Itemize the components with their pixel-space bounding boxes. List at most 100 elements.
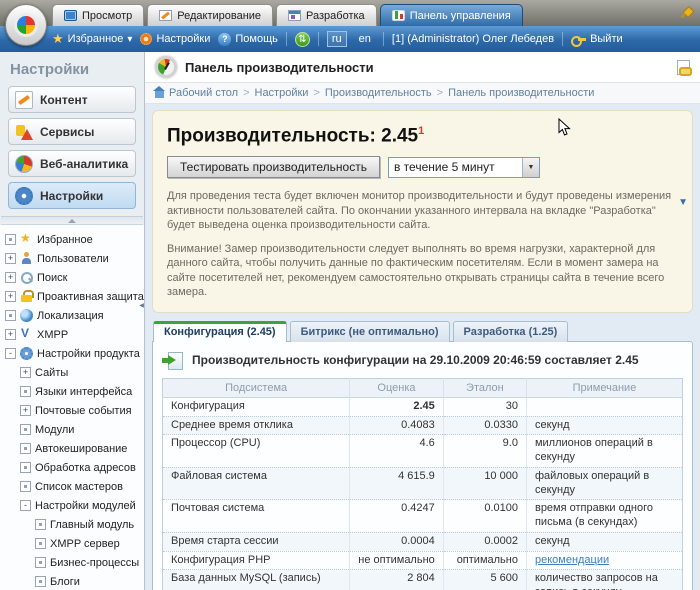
tree-item[interactable]: Сайты — [0, 363, 144, 382]
settings-menu[interactable]: Настройки — [140, 33, 210, 45]
tree-item-label: Поиск — [37, 272, 67, 284]
table-row: Конфигурация 2.45 30 — [163, 397, 683, 416]
cell-subsystem: Среднее время отклика — [163, 416, 350, 435]
clear-cache-icon[interactable] — [295, 32, 310, 47]
tree-expander-icon[interactable] — [35, 576, 46, 587]
tree-item-label: Пользователи — [37, 253, 109, 265]
tree-item-label: Проактивная защита — [37, 291, 144, 303]
sidebar-button[interactable]: Контент — [8, 86, 136, 113]
tree-expander-icon[interactable] — [5, 253, 16, 264]
tree-expander-icon[interactable] — [5, 234, 16, 245]
tree-expander-icon[interactable] — [35, 557, 46, 568]
sidebar-collapse-handle[interactable]: ◀ — [138, 292, 145, 318]
table-header-cell: Примечание — [526, 378, 682, 397]
top-tab[interactable]: Просмотр — [52, 4, 144, 26]
cell-benchmark: 0.0330 — [443, 416, 526, 435]
page-settings-icon[interactable] — [677, 60, 690, 75]
result-tab-label: Разработка (1.25) — [464, 326, 558, 338]
tree-expander-icon[interactable] — [20, 405, 31, 416]
pin-icon[interactable] — [676, 3, 696, 23]
interval-select[interactable]: в течение 5 минут ▼ — [388, 157, 540, 178]
tree-item[interactable]: Обработка адресов — [0, 458, 144, 477]
tree-expander-icon[interactable] — [35, 538, 46, 549]
interval-select-value: в течение 5 минут — [389, 160, 522, 174]
performance-heading-label: Производительность: — [167, 125, 376, 146]
language-ru[interactable]: ru — [327, 31, 347, 47]
home-icon[interactable] — [155, 91, 164, 98]
sidebar-splitter[interactable] — [1, 216, 143, 225]
tree-item[interactable]: XMPP сервер — [0, 534, 144, 553]
top-tab[interactable]: Разработка — [276, 4, 377, 26]
tree-expander-icon[interactable] — [35, 519, 46, 530]
tree-item[interactable]: Главный модуль — [0, 515, 144, 534]
result-tab[interactable]: Разработка (1.25) — [453, 321, 569, 342]
tree-item[interactable]: Блоги — [0, 572, 144, 590]
current-user[interactable]: [1] (Administrator) Олег Лебедев — [392, 33, 554, 45]
tree-expander-icon[interactable] — [5, 348, 16, 359]
cell-score: не оптимально — [350, 551, 444, 570]
language-en[interactable]: en — [355, 32, 375, 46]
tree-item-label: Блоги — [50, 576, 80, 588]
key-icon — [571, 35, 586, 44]
result-tab[interactable]: Конфигурация (2.45) — [153, 321, 287, 342]
tree-item[interactable]: Локализация — [0, 306, 144, 325]
breadcrumb-item[interactable]: Рабочий стол > — [169, 87, 250, 99]
help-menu[interactable]: Помощь — [218, 33, 278, 46]
page-header: Панель производительности — [145, 52, 700, 83]
tree-item[interactable]: Проактивная защита — [0, 287, 144, 306]
tree-expander-icon[interactable] — [20, 443, 31, 454]
tabs-menu-caret-icon[interactable]: ▼ — [678, 197, 688, 208]
tree-item[interactable]: Автокеширование — [0, 439, 144, 458]
tree-expander-icon[interactable] — [20, 462, 31, 473]
tree-expander-icon[interactable] — [20, 367, 31, 378]
recommendations-link[interactable]: рекомендации — [535, 554, 609, 566]
tree-item[interactable]: Настройки модулей — [0, 496, 144, 515]
tree-item[interactable]: Языки интерфейса — [0, 382, 144, 401]
tree-expander-icon[interactable] — [5, 329, 16, 340]
tree-item[interactable]: Настройки продукта — [0, 344, 144, 363]
tree-item[interactable]: Список мастеров — [0, 477, 144, 496]
sidebar-button[interactable]: Веб-аналитика — [8, 150, 136, 177]
breadcrumb-item[interactable]: Панель производительности — [448, 87, 594, 99]
control-icon — [392, 10, 405, 21]
table-header-cell: Эталон — [443, 378, 526, 397]
top-tab[interactable]: Панель управления — [380, 4, 523, 26]
top-tab[interactable]: Редактирование — [147, 4, 273, 26]
cell-note: миллионов операций в секунду — [526, 435, 682, 468]
tree-item[interactable]: Избранное — [0, 230, 144, 249]
table-row: Среднее время отклика 0.4083 0.0330 секу… — [163, 416, 683, 435]
tree-expander-icon[interactable] — [20, 424, 31, 435]
tree-expander-icon[interactable] — [5, 310, 16, 321]
cell-score: 0.0004 — [350, 532, 444, 551]
tree-item[interactable]: Пользователи — [0, 249, 144, 268]
tree-expander-icon[interactable] — [20, 500, 31, 511]
cell-score: 0.4247 — [350, 500, 444, 533]
sidebar-button[interactable]: Сервисы — [8, 118, 136, 145]
table-row: Процессор (CPU) 4.6 9.0 миллионов операц… — [163, 435, 683, 468]
tree-expander-icon[interactable] — [20, 386, 31, 397]
tree-item[interactable]: Поиск — [0, 268, 144, 287]
page-title: Панель производительности — [185, 60, 669, 75]
tree-expander-icon[interactable] — [20, 481, 31, 492]
table-row: Файловая система 4 615.9 10 000 файловых… — [163, 467, 683, 500]
top-strip: Просмотр Редактирование Разработка Панел… — [0, 0, 700, 26]
main-area: Панель производительности Рабочий стол >… — [145, 52, 700, 590]
tree-item[interactable]: Бизнес-процессы — [0, 553, 144, 572]
sidebar-button[interactable]: Настройки — [8, 182, 136, 209]
breadcrumb-item[interactable]: Производительность > — [325, 87, 443, 99]
tree-expander-icon[interactable] — [5, 291, 16, 302]
test-performance-button[interactable]: Тестировать производительность — [167, 156, 380, 178]
result-tabs: Конфигурация (2.45) Битрикс (не оптималь… — [152, 321, 693, 342]
monitor-icon — [64, 10, 77, 21]
breadcrumb-item[interactable]: Настройки > — [255, 87, 320, 99]
tree-item[interactable]: Модули — [0, 420, 144, 439]
result-tab[interactable]: Битрикс (не оптимально) — [290, 321, 450, 342]
bitrix-logo[interactable] — [5, 4, 47, 46]
logout-button[interactable]: Выйти — [571, 33, 623, 45]
cell-subsystem: Конфигурация PHP — [163, 551, 350, 570]
tree-item[interactable]: Почтовые события — [0, 401, 144, 420]
tree-item[interactable]: XMPP — [0, 325, 144, 344]
table-row: Почтовая система 0.4247 0.0100 время отп… — [163, 500, 683, 533]
tree-expander-icon[interactable] — [5, 272, 16, 283]
favorites-menu[interactable]: Избранное — [52, 31, 132, 47]
